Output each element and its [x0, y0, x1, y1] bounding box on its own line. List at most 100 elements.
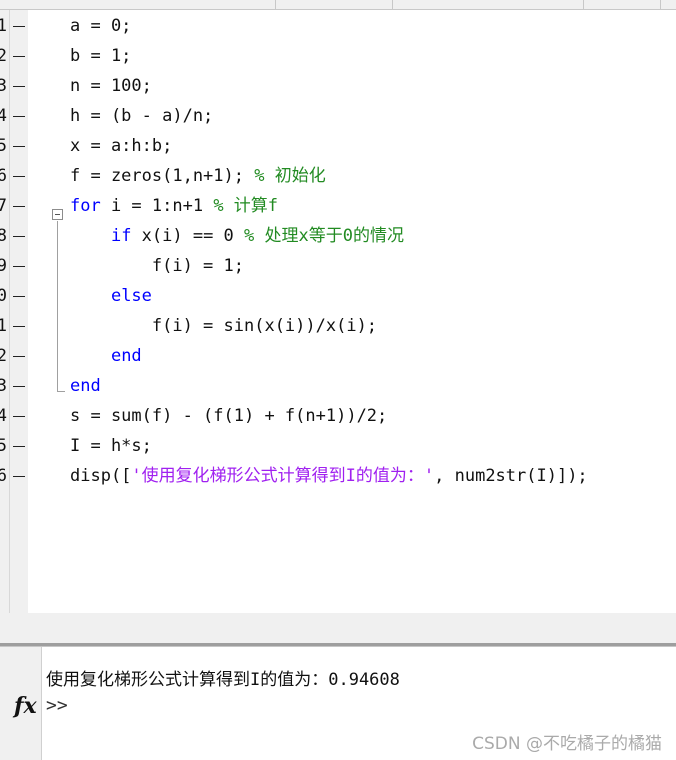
- code-token: i = 1:n+1: [100, 196, 214, 216]
- comment-token: % 初始化: [254, 166, 326, 186]
- code-line[interactable]: 4 s = sum(f) - (f(1) + f(n+1))/2;: [0, 401, 676, 431]
- code-text[interactable]: x = a:h:b;: [70, 131, 172, 161]
- breakpoint-dash[interactable]: [13, 386, 25, 387]
- code-text[interactable]: f = zeros(1,n+1); % 初始化: [70, 161, 326, 191]
- breakpoint-dash[interactable]: [13, 26, 25, 27]
- code-token: f(i) = 1;: [70, 256, 244, 276]
- line-number: 5: [0, 136, 7, 156]
- splitter-handle[interactable]: [0, 643, 676, 646]
- line-number: 6: [0, 466, 7, 486]
- code-token: f = zeros(1,n+1);: [70, 166, 255, 186]
- code-line[interactable]: 2 b = 1;: [0, 41, 676, 71]
- command-prompt[interactable]: >>: [46, 695, 68, 716]
- line-number: 0: [0, 286, 7, 306]
- comment-token: % 计算f: [213, 196, 279, 216]
- code-token: x(i) == 0: [131, 226, 245, 246]
- code-token: I = h*s;: [70, 436, 152, 456]
- code-line[interactable]: 6 disp(['使用复化梯形公式计算得到I的值为：', num2str(I)])…: [0, 461, 676, 491]
- fold-toggle-icon[interactable]: [52, 209, 63, 220]
- code-line[interactable]: 1 a = 0;: [0, 11, 676, 41]
- code-line[interactable]: 4 h = (b - a)/n;: [0, 101, 676, 131]
- line-number: 1: [0, 16, 7, 36]
- line-number: 4: [0, 406, 7, 426]
- code-text[interactable]: h = (b - a)/n;: [70, 101, 213, 131]
- breakpoint-dash[interactable]: [13, 146, 25, 147]
- panel-splitter[interactable]: [0, 613, 676, 647]
- code-text[interactable]: s = sum(f) - (f(1) + f(n+1))/2;: [70, 401, 387, 431]
- code-line[interactable]: 6 f = zeros(1,n+1); % 初始化: [0, 161, 676, 191]
- string-token: '使用复化梯形公式计算得到I的值为：': [131, 466, 435, 486]
- breakpoint-dash[interactable]: [13, 416, 25, 417]
- code-line[interactable]: 5 I = h*s;: [0, 431, 676, 461]
- breakpoint-dash[interactable]: [13, 446, 25, 447]
- breakpoint-dash[interactable]: [13, 56, 25, 57]
- breakpoint-dash[interactable]: [13, 296, 25, 297]
- code-token: n = 100;: [70, 76, 152, 96]
- code-line[interactable]: 3 n = 100;: [0, 71, 676, 101]
- line-number: 1: [0, 316, 7, 336]
- toolstrip-separator: [583, 0, 584, 9]
- code-line[interactable]: 9 f(i) = 1;: [0, 251, 676, 281]
- code-line[interactable]: 5 x = a:h:b;: [0, 131, 676, 161]
- line-number: 2: [0, 46, 7, 66]
- fold-guide: [57, 221, 58, 391]
- code-token: b = 1;: [70, 46, 132, 66]
- keyword-token: end: [110, 346, 142, 366]
- keyword-token: end: [70, 376, 101, 396]
- breakpoint-dash[interactable]: [13, 86, 25, 87]
- code-line[interactable]: 2 end: [0, 341, 676, 371]
- breakpoint-dash[interactable]: [13, 356, 25, 357]
- breakpoint-dash[interactable]: [13, 176, 25, 177]
- breakpoint-dash[interactable]: [13, 476, 25, 477]
- breakpoint-dash[interactable]: [13, 266, 25, 267]
- keyword-token: for: [70, 196, 101, 216]
- breakpoint-dash[interactable]: [13, 326, 25, 327]
- breakpoint-dash[interactable]: [13, 236, 25, 237]
- toolstrip-separator: [660, 0, 661, 9]
- code-line[interactable]: 3 end: [0, 371, 676, 401]
- code-text[interactable]: else: [70, 281, 152, 311]
- command-window-gutter: fx: [0, 647, 42, 760]
- watermark: CSDN @不吃橘子的橘猫: [472, 734, 662, 754]
- code-text[interactable]: disp(['使用复化梯形公式计算得到I的值为：', num2str(I)]);: [70, 461, 588, 491]
- code-text[interactable]: f(i) = 1;: [70, 251, 244, 281]
- code-token: disp([: [70, 466, 132, 486]
- toolstrip-separator: [392, 0, 393, 9]
- line-number: 4: [0, 106, 7, 126]
- code-text[interactable]: f(i) = sin(x(i))/x(i);: [70, 311, 377, 341]
- code-text[interactable]: I = h*s;: [70, 431, 152, 461]
- code-line[interactable]: 1 f(i) = sin(x(i))/x(i);: [0, 311, 676, 341]
- command-window[interactable]: fx 使用复化梯形公式计算得到I的值为：0.94608 >> CSDN @不吃橘…: [0, 647, 676, 760]
- line-number: 2: [0, 346, 7, 366]
- code-text[interactable]: for i = 1:n+1 % 计算f: [70, 191, 278, 221]
- toolstrip: [0, 0, 676, 10]
- keyword-token: if: [110, 226, 132, 246]
- function-browser-icon[interactable]: fx: [14, 693, 37, 719]
- line-number: 5: [0, 436, 7, 456]
- breakpoint-dash[interactable]: [13, 206, 25, 207]
- code-line[interactable]: 8 if x(i) == 0 % 处理x等于0的情况: [0, 221, 676, 251]
- breakpoint-dash[interactable]: [13, 116, 25, 117]
- toolstrip-separator: [275, 0, 276, 9]
- fold-guide-end: [57, 391, 65, 392]
- code-token: h = (b - a)/n;: [70, 106, 214, 126]
- code-token: a = 0;: [70, 16, 132, 36]
- command-output: 使用复化梯形公式计算得到I的值为：0.94608: [46, 670, 400, 690]
- code-text[interactable]: end: [70, 341, 142, 371]
- line-number: 3: [0, 376, 7, 396]
- code-text[interactable]: if x(i) == 0 % 处理x等于0的情况: [70, 221, 404, 251]
- code-token: s = sum(f) - (f(1) + f(n+1))/2;: [70, 406, 388, 426]
- code-editor[interactable]: 1 a = 0; 2 b = 1; 3 n = 100; 4 h = (b - a)/n; 5 x…: [0, 10, 676, 613]
- code-text[interactable]: b = 1;: [70, 41, 131, 71]
- code-line[interactable]: 0 else: [0, 281, 676, 311]
- code-token: , num2str(I)]);: [434, 466, 588, 486]
- code-text[interactable]: end: [70, 371, 101, 401]
- code-text[interactable]: a = 0;: [70, 11, 131, 41]
- code-line[interactable]: 7 for i = 1:n+1 % 计算f: [0, 191, 676, 221]
- code-text[interactable]: n = 100;: [70, 71, 152, 101]
- line-number: 8: [0, 226, 7, 246]
- line-number: 6: [0, 166, 7, 186]
